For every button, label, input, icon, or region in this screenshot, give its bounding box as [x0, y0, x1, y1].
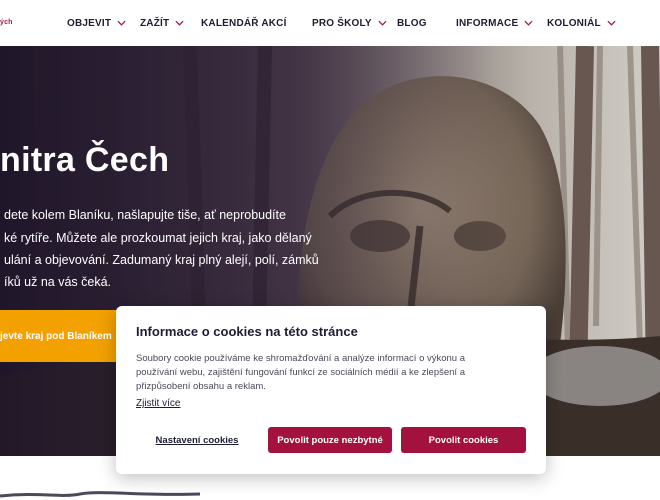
chevron-down-icon	[117, 20, 126, 26]
chevron-down-icon	[378, 20, 387, 26]
nav-item-zazit[interactable]: ZAŽÍT	[140, 16, 184, 30]
nav-item-label: INFORMACE	[456, 17, 519, 29]
chevron-down-icon	[175, 20, 184, 26]
hero-cta-label: jevte kraj pod Blaníkem	[0, 330, 112, 342]
cookie-dialog-title: Informace o cookies na této stránce	[136, 324, 358, 339]
cookie-allow-all-button[interactable]: Povolit cookies	[401, 427, 526, 453]
nav-item-blog[interactable]: BLOG	[397, 16, 427, 30]
hero-cta-button[interactable]: jevte kraj pod Blaníkem	[0, 310, 130, 362]
nav-menu: OBJEVIT ZAŽÍT KALENDÁŘ AKCÍ PRO ŠKOLY BL…	[0, 0, 660, 46]
hero-text-line: ulání a objevování. Zadumaný kraj plný a…	[4, 253, 319, 267]
nav-item-label: OBJEVIT	[67, 17, 112, 29]
cookie-more-info-link[interactable]: Zjistit více	[136, 398, 180, 409]
hero-text-line: ké rytíře. Můžete ale prozkoumat jejich …	[4, 231, 312, 245]
chevron-down-icon	[524, 20, 533, 26]
nav-item-label: KOLONIÁL	[547, 17, 601, 29]
nav-item-label: PRO ŠKOLY	[312, 17, 372, 29]
hero-text-line: íků už na vás čeká.	[4, 275, 112, 289]
top-navigation: ých OBJEVIT ZAŽÍT KALENDÁŘ AKCÍ PRO ŠKOL…	[0, 0, 660, 46]
cookie-necessary-only-button[interactable]: Povolit pouze nezbytné	[268, 427, 392, 453]
cookie-settings-button[interactable]: Nastavení cookies	[136, 427, 258, 453]
cookie-text-line: Soubory cookie používáme ke shromažďován…	[136, 353, 466, 364]
cookie-consent-dialog: Informace o cookies na této stránce Soub…	[116, 306, 546, 474]
hero-title: nitra Čech	[0, 141, 170, 179]
nav-item-label: ZAŽÍT	[140, 17, 170, 29]
nav-item-kolonial[interactable]: KOLONIÁL	[547, 16, 616, 30]
nav-item-pro-skoly[interactable]: PRO ŠKOLY	[312, 16, 387, 30]
nav-item-label: KALENDÁŘ AKCÍ	[201, 17, 287, 29]
hero-text-line: dete kolem Blaníku, našlapujte tiše, ať …	[4, 208, 286, 222]
chevron-down-icon	[607, 20, 616, 26]
nav-item-objevit[interactable]: OBJEVIT	[67, 16, 126, 30]
cookie-text-line: používání webu, zajištění fungování funk…	[136, 367, 465, 378]
cookie-text-line: přizpůsobení obsahu a reklam.	[136, 381, 266, 392]
nav-item-informace[interactable]: INFORMACE	[456, 16, 533, 30]
nav-item-kalendar-akci[interactable]: KALENDÁŘ AKCÍ	[201, 16, 287, 30]
nav-item-label: BLOG	[397, 17, 427, 29]
